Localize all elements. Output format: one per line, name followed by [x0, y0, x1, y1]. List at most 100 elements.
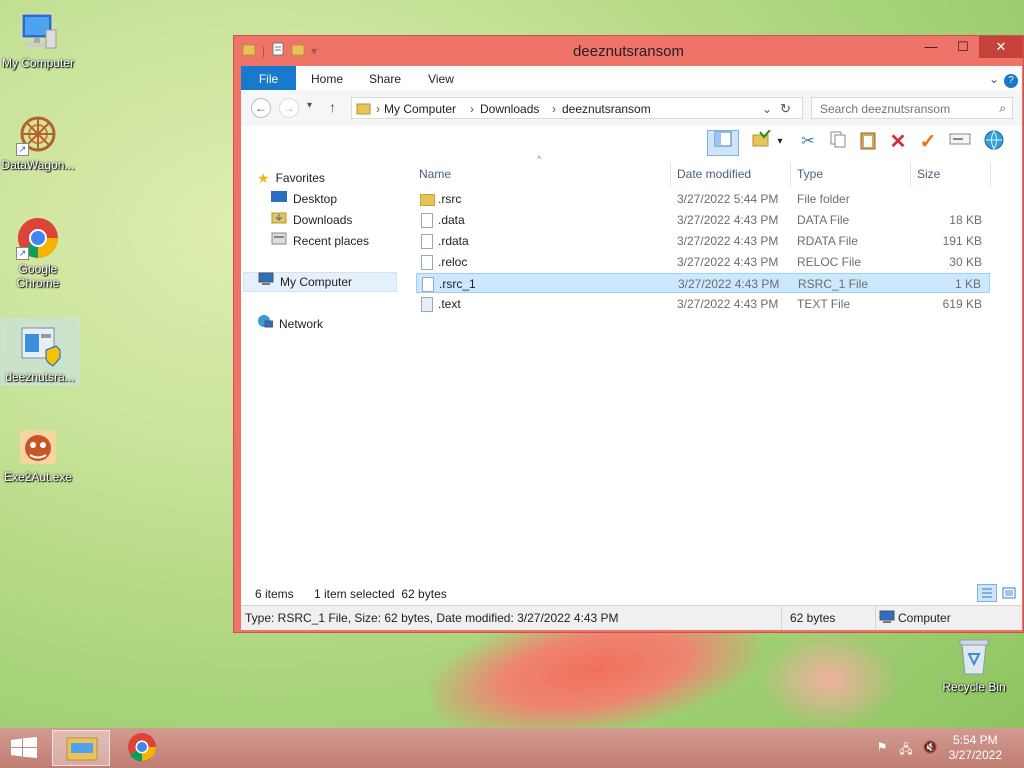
details-view-icon[interactable] [977, 584, 997, 602]
close-button[interactable]: ✕ [979, 36, 1023, 58]
file-row-selected[interactable]: .rsrc_1 3/27/2022 4:43 PM RSRC_1 File 1 … [416, 273, 990, 293]
folder-options-icon[interactable] [749, 129, 775, 154]
preview-pane-icon[interactable] [707, 130, 739, 156]
nav-item-label: Recent places [293, 234, 370, 248]
search-box[interactable]: ⌕ [811, 97, 1013, 119]
action-center-flag-icon[interactable]: ⚑ [874, 740, 890, 756]
globe-icon[interactable] [981, 130, 1007, 154]
desktop-icon-label: DataWagon... [1, 158, 75, 172]
start-button[interactable] [10, 737, 38, 762]
taskbar-google-chrome[interactable] [114, 730, 172, 766]
address-dropdown-icon[interactable]: ⌄ [762, 102, 772, 116]
address-bar[interactable]: › My Computer › Downloads › deeznutsrans… [351, 97, 803, 119]
file-type: RELOC File [797, 255, 862, 269]
clock[interactable]: 5:54 PM 3/27/2022 [949, 733, 1002, 763]
file-type: DATA File [797, 213, 850, 227]
tab-home[interactable]: Home [307, 66, 347, 90]
breadcrumb-deeznutsransom[interactable]: deeznutsransom [562, 102, 651, 116]
explorer-window[interactable]: | ▾ deeznutsransom — ☐ ✕ File Home Share… [233, 35, 1024, 633]
title-bar[interactable]: | ▾ deeznutsransom — ☐ ✕ [234, 36, 1023, 66]
content-area: ★ Favorites Desktop Downloads Recent pla… [241, 154, 1022, 583]
forward-button[interactable]: → [279, 98, 299, 118]
refresh-icon[interactable]: ↻ [780, 101, 791, 117]
file-icon [422, 274, 434, 294]
file-name: .data [438, 213, 465, 227]
file-list: ^ Name Date modified Type Size .rsrc 3/2… [413, 154, 1022, 583]
column-header-type[interactable]: Type [791, 162, 911, 186]
delete-icon[interactable]: ✕ [885, 130, 911, 154]
large-icons-view-icon[interactable] [1001, 585, 1017, 604]
rename-icon[interactable] [947, 130, 973, 154]
desktop-icon-recycle-bin[interactable]: Recycle Bin [936, 634, 1012, 694]
desktop-icon-deeznutsransom[interactable]: deeznutsra... [1, 319, 79, 385]
minimize-button[interactable]: — [915, 36, 947, 58]
desktop-icon-google-chrome[interactable]: ↗ Google Chrome [0, 216, 76, 290]
nav-item-network[interactable]: Network [257, 314, 323, 334]
file-type: RDATA File [797, 234, 858, 248]
file-row[interactable]: .text 3/27/2022 4:43 PM TEXT File 619 KB [416, 294, 990, 314]
details-bar: Type: RSRC_1 File, Size: 62 bytes, Date … [241, 605, 1022, 630]
nav-item-my-computer[interactable]: My Computer [243, 272, 397, 292]
chrome-icon [128, 733, 156, 762]
chevron-right-icon: › [376, 102, 380, 116]
file-row[interactable]: .data 3/27/2022 4:43 PM DATA File 18 KB [416, 210, 990, 230]
dropdown-icon[interactable]: ▾ [773, 130, 787, 154]
breadcrumb-my-computer[interactable]: My Computer [384, 102, 456, 116]
nav-item-favorites[interactable]: ★ Favorites [257, 168, 325, 188]
file-explorer-icon [66, 737, 98, 761]
file-date: 3/27/2022 4:43 PM [677, 234, 779, 248]
nav-item-downloads[interactable]: Downloads [271, 210, 352, 230]
cut-icon[interactable]: ✂ [795, 130, 821, 154]
file-date: 3/27/2022 5:44 PM [677, 192, 779, 206]
desktop-icon-exe2aut[interactable]: Exe2Aut.exe [0, 424, 76, 484]
nav-item-label: Favorites [275, 171, 325, 185]
column-header-size[interactable]: Size [911, 162, 991, 186]
ribbon-expand-icon[interactable]: ⌄ [987, 66, 1001, 90]
desktop-icon [271, 189, 287, 209]
file-row[interactable]: .reloc 3/27/2022 4:43 PM RELOC File 30 K… [416, 252, 990, 272]
search-input[interactable] [818, 101, 992, 117]
file-row[interactable]: .rdata 3/27/2022 4:43 PM RDATA File 191 … [416, 231, 990, 251]
maximize-button[interactable]: ☐ [947, 36, 979, 58]
star-icon: ★ [257, 170, 270, 186]
wallpaper-flower-highlight [760, 630, 900, 730]
location-text: Computer [898, 611, 951, 625]
chrome-icon: ↗ [16, 216, 60, 260]
nav-item-label: Desktop [293, 192, 338, 206]
file-size: 30 KB [949, 255, 982, 269]
file-name: .rdata [438, 234, 469, 248]
desktop-icon-datawagon[interactable]: ↗ DataWagon... [0, 112, 76, 172]
column-header-date-modified[interactable]: Date modified [671, 162, 791, 186]
installer-shield-icon [18, 324, 62, 368]
desktop-icon-my-computer[interactable]: My Computer [0, 10, 76, 70]
copy-icon[interactable] [825, 130, 851, 154]
network-tray-icon[interactable]: 🖧 [898, 740, 914, 756]
back-button[interactable]: ← [251, 98, 271, 118]
nav-item-desktop[interactable]: Desktop [271, 189, 337, 209]
taskbar-file-explorer[interactable] [52, 730, 110, 766]
tab-share[interactable]: Share [365, 66, 405, 90]
tab-file[interactable]: File [241, 66, 296, 90]
recent-locations-icon[interactable]: ▾ [307, 100, 312, 111]
exe2aut-icon [16, 424, 60, 468]
tab-view[interactable]: View [421, 66, 461, 90]
windows-logo-icon [11, 737, 37, 758]
file-date: 3/27/2022 4:43 PM [678, 277, 780, 291]
search-icon[interactable]: ⌕ [999, 101, 1006, 116]
file-row[interactable]: .rsrc 3/27/2022 5:44 PM File folder [416, 189, 990, 209]
check-icon[interactable]: ✓ [915, 130, 941, 154]
shortcut-arrow-icon: ↗ [16, 143, 29, 156]
column-header-name[interactable]: Name [413, 162, 671, 186]
computer-icon [879, 610, 895, 627]
datawagon-icon: ↗ [16, 112, 60, 156]
nav-item-recent-places[interactable]: Recent places [271, 231, 369, 251]
divider [875, 606, 876, 630]
clock-date: 3/27/2022 [948, 748, 1002, 762]
up-button[interactable]: ↑ [329, 99, 336, 115]
command-toolbar: ▾ ✂ ✕ ✓ [241, 126, 1022, 158]
volume-muted-icon[interactable]: 🔇 [922, 740, 938, 756]
paste-icon[interactable] [855, 130, 881, 154]
breadcrumb-downloads[interactable]: Downloads [480, 102, 539, 116]
help-icon[interactable]: ? [1003, 66, 1019, 90]
text-file-icon [421, 294, 433, 314]
